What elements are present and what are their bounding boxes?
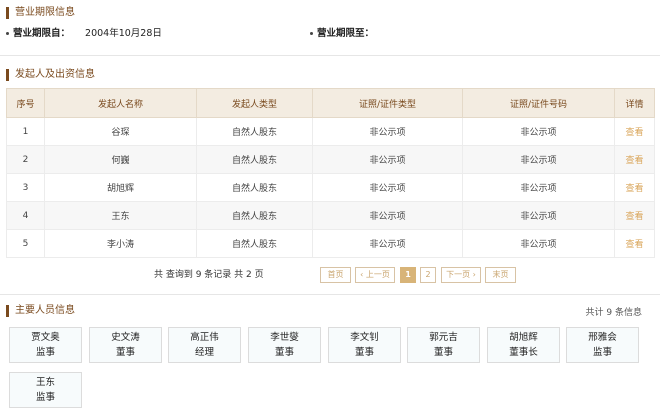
cell-type: 自然人股东 xyxy=(196,229,313,258)
person-card: 王东 监事 xyxy=(9,372,82,408)
period-from-value: 2004年10月28日 xyxy=(85,28,162,39)
col-header-name: 发起人名称 xyxy=(44,88,197,118)
view-detail-link[interactable]: 查看 xyxy=(614,201,655,230)
cell-name: 李小涛 xyxy=(44,229,197,258)
person-role: 董事 xyxy=(433,347,453,358)
table-row: 3 胡旭辉 自然人股东 非公示项 非公示项 查看 xyxy=(6,173,655,202)
col-header-id-type: 证照/证件类型 xyxy=(312,88,463,118)
person-card: 高正伟 经理 xyxy=(168,327,241,363)
table-row: 5 李小涛 自然人股东 非公示项 非公示项 查看 xyxy=(6,229,655,258)
page-2-button[interactable]: 2 xyxy=(420,267,436,283)
cell-name: 王东 xyxy=(44,201,197,230)
cell-id-type: 非公示项 xyxy=(312,229,463,258)
cell-id-number: 非公示项 xyxy=(462,117,615,146)
period-from-label: 营业期限自： xyxy=(13,28,71,39)
business-period-title: 营业期限信息 xyxy=(6,7,75,19)
table-header-row: 序号 发起人名称 发起人类型 证照/证件类型 证照/证件号码 详情 xyxy=(6,88,655,118)
cell-id-type: 非公示项 xyxy=(312,117,463,146)
pager-summary: 共 查询到 9 条记录 共 2 页 xyxy=(154,270,264,280)
table-row: 4 王东 自然人股东 非公示项 非公示项 查看 xyxy=(6,201,655,230)
cell-name: 谷琛 xyxy=(44,117,197,146)
col-header-id-number: 证照/证件号码 xyxy=(462,88,615,118)
person-name: 郭元吉 xyxy=(429,332,458,343)
cell-type: 自然人股东 xyxy=(196,201,313,230)
period-from: 营业期限自： 2004年10月28日 xyxy=(6,27,162,41)
cell-type: 自然人股东 xyxy=(196,173,313,202)
cell-index: 3 xyxy=(6,173,45,202)
person-card: 郭元吉 董事 xyxy=(407,327,480,363)
investors-table: 序号 发起人名称 发起人类型 证照/证件类型 证照/证件号码 详情 1 谷琛 自… xyxy=(6,88,655,258)
divider xyxy=(0,294,660,295)
first-page-button[interactable]: 首页 xyxy=(320,267,351,283)
view-detail-link[interactable]: 查看 xyxy=(614,145,655,174)
person-role: 监事 xyxy=(35,347,55,358)
col-header-detail: 详情 xyxy=(614,88,655,118)
person-card: 邢雅会 监事 xyxy=(566,327,639,363)
page-1-button[interactable]: 1 xyxy=(400,267,416,283)
person-name: 李世燮 xyxy=(270,332,299,343)
person-role: 董事长 xyxy=(509,347,538,358)
person-name: 李文钊 xyxy=(350,332,379,343)
table-row: 1 谷琛 自然人股东 非公示项 非公示项 查看 xyxy=(6,117,655,146)
person-name: 史文涛 xyxy=(111,332,140,343)
investors-title: 发起人及出资信息 xyxy=(6,69,95,81)
person-card: 李世燮 董事 xyxy=(248,327,321,363)
person-card: 李文钊 董事 xyxy=(328,327,401,363)
cell-type: 自然人股东 xyxy=(196,145,313,174)
col-header-index: 序号 xyxy=(6,88,45,118)
person-role: 监事 xyxy=(592,347,612,358)
person-role: 监事 xyxy=(35,392,55,403)
divider xyxy=(0,55,660,56)
table-row: 2 何巍 自然人股东 非公示项 非公示项 查看 xyxy=(6,145,655,174)
bullet-icon xyxy=(310,32,313,35)
cell-id-number: 非公示项 xyxy=(462,201,615,230)
last-page-button[interactable]: 末页 xyxy=(485,267,516,283)
view-detail-link[interactable]: 查看 xyxy=(614,117,655,146)
cell-index: 4 xyxy=(6,201,45,230)
person-role: 董事 xyxy=(274,347,294,358)
person-name: 邢雅会 xyxy=(588,332,617,343)
next-page-button[interactable]: 下一页 › xyxy=(441,267,481,283)
period-to-label: 营业期限至： xyxy=(317,28,375,39)
person-name: 王东 xyxy=(35,377,55,388)
prev-page-button[interactable]: ‹ 上一页 xyxy=(355,267,395,283)
cell-name: 胡旭辉 xyxy=(44,173,197,202)
cell-index: 2 xyxy=(6,145,45,174)
cell-index: 5 xyxy=(6,229,45,258)
cell-id-number: 非公示项 xyxy=(462,145,615,174)
person-card: 胡旭辉 董事长 xyxy=(487,327,560,363)
person-role: 董事 xyxy=(354,347,374,358)
cell-id-type: 非公示项 xyxy=(312,145,463,174)
bullet-icon xyxy=(6,32,9,35)
cell-index: 1 xyxy=(6,117,45,146)
cell-id-type: 非公示项 xyxy=(312,201,463,230)
cell-name: 何巍 xyxy=(44,145,197,174)
period-to: 营业期限至： xyxy=(310,27,374,41)
view-detail-link[interactable]: 查看 xyxy=(614,173,655,202)
person-card: 史文涛 董事 xyxy=(89,327,162,363)
personnel-total: 共计 9 条信息 xyxy=(585,308,642,318)
view-detail-link[interactable]: 查看 xyxy=(614,229,655,258)
col-header-type: 发起人类型 xyxy=(196,88,313,118)
person-name: 高正伟 xyxy=(190,332,219,343)
person-name: 胡旭辉 xyxy=(509,332,538,343)
person-role: 经理 xyxy=(194,347,214,358)
cell-id-number: 非公示项 xyxy=(462,229,615,258)
personnel-title: 主要人员信息 xyxy=(6,305,75,317)
person-name: 贾文奥 xyxy=(31,332,60,343)
person-card: 贾文奥 监事 xyxy=(9,327,82,363)
cell-type: 自然人股东 xyxy=(196,117,313,146)
cell-id-number: 非公示项 xyxy=(462,173,615,202)
person-role: 董事 xyxy=(115,347,135,358)
cell-id-type: 非公示项 xyxy=(312,173,463,202)
